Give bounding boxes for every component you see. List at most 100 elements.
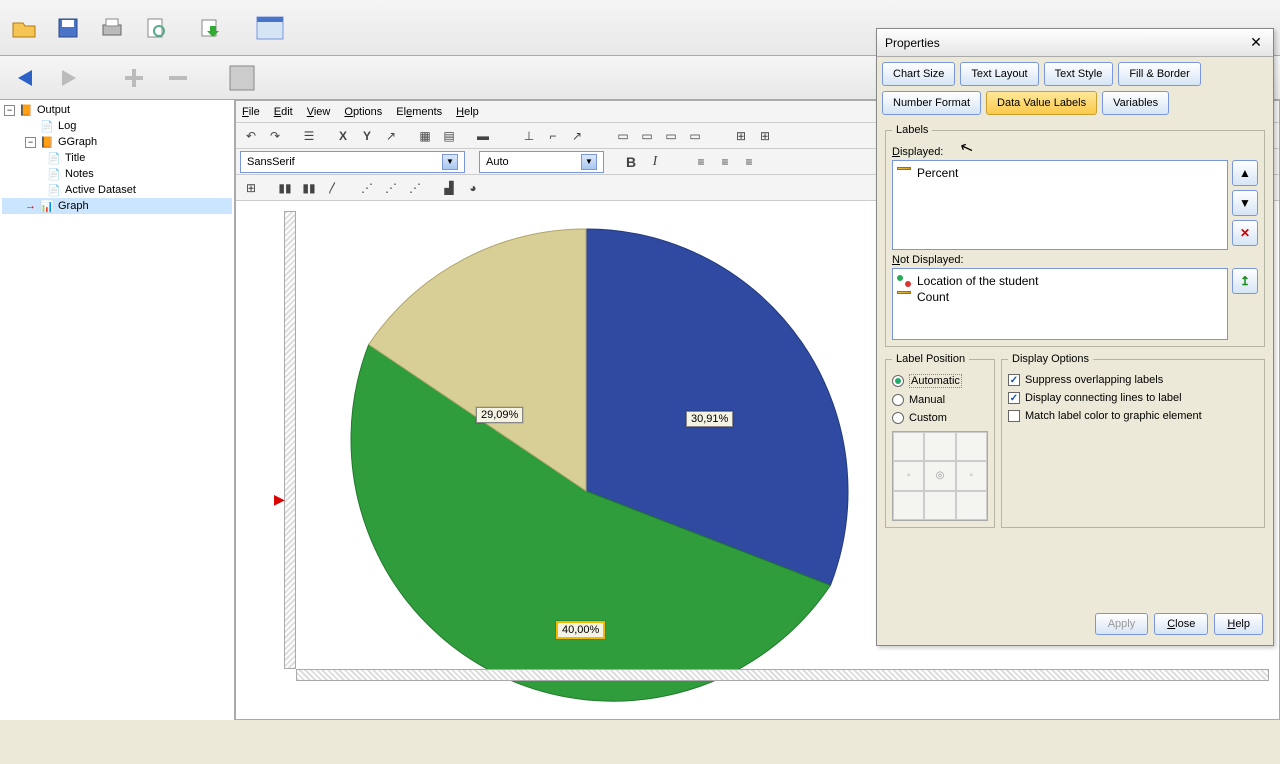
redo-button[interactable]: ↷ (264, 126, 286, 146)
scatter-icon[interactable]: ⋰ (356, 178, 378, 198)
tree-label: Log (58, 120, 76, 132)
histogram-icon[interactable]: ▟ (438, 178, 460, 198)
toolbar-icon[interactable]: ▤ (438, 126, 460, 146)
tab-text-layout[interactable]: Text Layout (960, 62, 1038, 86)
bar-chart-icon[interactable]: ▮▮ (274, 178, 296, 198)
pie-label-haarlem[interactable]: 40,00% (556, 621, 605, 639)
open-button[interactable] (4, 8, 44, 48)
labels-legend: Labels (892, 124, 932, 136)
properties-panel: Properties ✕ Chart Size Text Layout Text… (876, 28, 1274, 646)
move-down-button[interactable]: ▼ (1232, 190, 1258, 216)
properties-title-text: Properties (885, 36, 940, 50)
remove-item-button[interactable]: ✕ (1232, 220, 1258, 246)
menu-elements[interactable]: Elements (396, 106, 442, 118)
properties-button[interactable]: ☰ (298, 126, 320, 146)
toolbar-icon[interactable]: ⌐ (542, 126, 564, 146)
tree-label: Title (65, 152, 85, 164)
properties-titlebar[interactable]: Properties ✕ (877, 29, 1273, 57)
check-suppress[interactable]: ✓ Suppress overlapping labels (1008, 371, 1258, 389)
list-item[interactable]: Location of the student (897, 273, 1223, 289)
scatter-icon[interactable]: ⋰ (404, 178, 426, 198)
tab-text-style[interactable]: Text Style (1044, 62, 1114, 86)
tree-node-graph[interactable]: → 📊 Graph (2, 198, 232, 214)
font-family-select[interactable]: SansSerif ▼ (240, 151, 465, 173)
align-right-button[interactable]: ≡ (738, 152, 760, 172)
toolbar-icon[interactable]: ▦ (414, 126, 436, 146)
transpose-button[interactable]: ↗ (380, 126, 402, 146)
add-button[interactable] (116, 62, 152, 94)
tool-button[interactable] (224, 62, 260, 94)
tree-node-notes[interactable]: 📄 Notes (2, 166, 232, 182)
toolbar-icon[interactable]: ▭ (612, 126, 634, 146)
pie-icon[interactable]: ◕ (462, 178, 484, 198)
italic-button[interactable]: I (644, 152, 666, 172)
check-match-color[interactable]: Match label color to graphic element (1008, 407, 1258, 425)
toolbar-icon[interactable]: ▭ (684, 126, 706, 146)
menu-view[interactable]: View (307, 106, 331, 118)
back-button[interactable] (8, 62, 44, 94)
close-icon[interactable]: ✕ (1247, 34, 1265, 52)
tab-number-format[interactable]: Number Format (882, 91, 981, 115)
apply-button[interactable]: Apply (1095, 613, 1149, 635)
radio-custom[interactable]: Custom (892, 409, 988, 427)
menu-help[interactable]: Help (456, 106, 479, 118)
tree-node-active-dataset[interactable]: 📄 Active Dataset (2, 182, 232, 198)
radio-manual[interactable]: Manual (892, 391, 988, 409)
save-button[interactable] (48, 8, 88, 48)
tree-label: Notes (65, 168, 94, 180)
menu-edit[interactable]: Edit (274, 106, 293, 118)
font-size-select[interactable]: Auto ▼ (479, 151, 604, 173)
not-displayed-list[interactable]: Location of the student Count (892, 268, 1228, 340)
toolbar-icon[interactable]: ▬ (472, 126, 494, 146)
pie-chart[interactable]: 30,91% 40,00% 29,09% (316, 221, 856, 764)
print-button[interactable] (92, 8, 132, 48)
menu-options[interactable]: Options (344, 106, 382, 118)
toolbar-icon[interactable]: ▭ (636, 126, 658, 146)
check-connecting-lines[interactable]: ✓ Display connecting lines to label (1008, 389, 1258, 407)
tree-node-log[interactable]: 📄 Log (2, 118, 232, 134)
grid-button[interactable]: ⊞ (754, 126, 776, 146)
add-item-button[interactable]: ↥ (1232, 268, 1258, 294)
line-chart-icon[interactable]: 〳 (322, 178, 344, 198)
displayed-list[interactable]: Percent (892, 160, 1228, 250)
x-axis-button[interactable]: X (332, 126, 354, 146)
position-grid[interactable]: ◦◎◦ (892, 431, 988, 521)
pie-label-diemen[interactable]: 30,91% (686, 411, 733, 427)
export-button[interactable] (190, 8, 230, 48)
close-button[interactable]: Close (1154, 613, 1208, 635)
bold-button[interactable]: B (620, 152, 642, 172)
preview-button[interactable] (136, 8, 176, 48)
remove-button[interactable] (160, 62, 196, 94)
align-left-button[interactable]: ≡ (690, 152, 712, 172)
toolbar-icon[interactable]: ↗ (566, 126, 588, 146)
scatter-icon[interactable]: ⋰ (380, 178, 402, 198)
undo-button[interactable]: ↶ (240, 126, 262, 146)
help-button[interactable]: Help (1214, 613, 1263, 635)
pie-label-rotterdam[interactable]: 29,09% (476, 407, 523, 423)
toolbar-icon[interactable]: ⊥ (518, 126, 540, 146)
label-position-legend: Label Position (892, 353, 969, 365)
tree-node-ggraph[interactable]: − 📙 GGraph (2, 134, 232, 150)
move-up-button[interactable]: ▲ (1232, 160, 1258, 186)
tab-data-value-labels[interactable]: Data Value Labels (986, 91, 1097, 115)
chart-type-icon[interactable]: ⊞ (240, 178, 262, 198)
properties-tabs: Chart Size Text Layout Text Style Fill &… (877, 57, 1273, 120)
output-tree: − 📙 Output 📄 Log − 📙 GGraph 📄 Title 📄 No… (0, 100, 235, 720)
tree-root-output[interactable]: − 📙 Output (2, 102, 232, 118)
align-center-button[interactable]: ≡ (714, 152, 736, 172)
grid-button[interactable]: ⊞ (730, 126, 752, 146)
y-axis-button[interactable]: Y (356, 126, 378, 146)
list-item[interactable]: Percent (897, 165, 1223, 181)
tab-chart-size[interactable]: Chart Size (882, 62, 955, 86)
tab-variables[interactable]: Variables (1102, 91, 1169, 115)
radio-automatic[interactable]: Automatic (892, 371, 988, 391)
dialog-recall-button[interactable] (250, 8, 290, 48)
menu-file[interactable]: File (242, 106, 260, 118)
forward-button[interactable] (52, 62, 88, 94)
bar-chart-icon[interactable]: ▮▮ (298, 178, 320, 198)
list-item[interactable]: Count (897, 289, 1223, 305)
display-options-fieldset: Display Options ✓ Suppress overlapping l… (1001, 353, 1265, 528)
tab-fill-border[interactable]: Fill & Border (1118, 62, 1201, 86)
toolbar-icon[interactable]: ▭ (660, 126, 682, 146)
tree-node-title[interactable]: 📄 Title (2, 150, 232, 166)
